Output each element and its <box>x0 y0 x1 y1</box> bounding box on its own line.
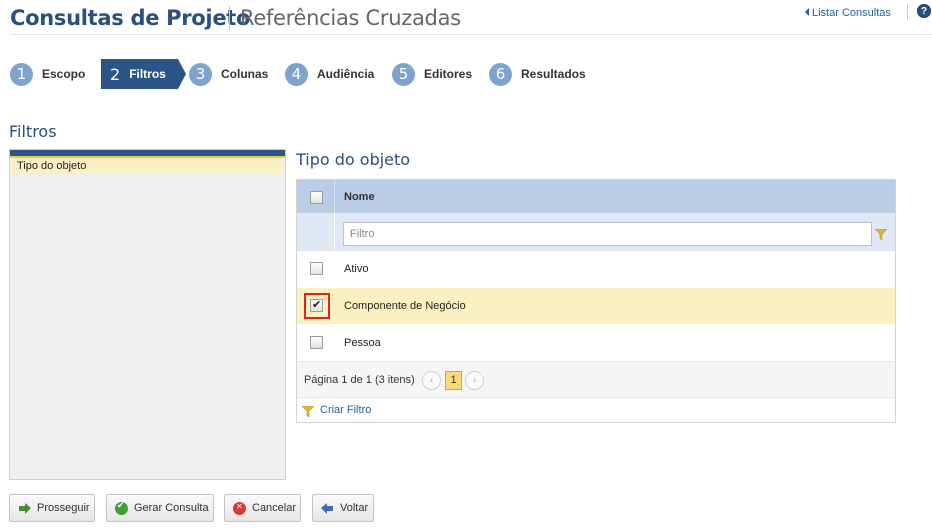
arrow-left-icon <box>321 502 334 515</box>
generate-query-label: Gerar Consulta <box>134 502 209 514</box>
filter-funnel-icon[interactable] <box>875 229 887 240</box>
grid-filter-row <box>297 213 895 251</box>
row-checkbox-cell <box>297 325 335 361</box>
row-checkbox[interactable] <box>310 336 323 349</box>
cancel-button[interactable]: Cancelar <box>224 494 301 522</box>
back-button[interactable]: Voltar <box>312 494 374 522</box>
step-number: 1 <box>10 62 33 86</box>
select-all-cell <box>297 180 335 213</box>
step-number: 5 <box>392 62 415 86</box>
list-queries-link[interactable]: Listar Consultas <box>805 7 891 19</box>
step-number: 4 <box>285 62 308 86</box>
step-escopo[interactable]: 1 Escopo <box>10 59 85 89</box>
step-editores[interactable]: 5 Editores <box>392 59 472 89</box>
cancel-circle-icon <box>233 501 246 515</box>
page-header: Consultas de Projeto Referências Cruzada… <box>10 4 932 34</box>
step-number: 6 <box>489 62 512 86</box>
step-label: Filtros <box>129 67 166 81</box>
filters-heading: Filtros <box>9 122 57 141</box>
step-label: Escopo <box>42 67 86 81</box>
row-name: Pessoa <box>344 337 381 349</box>
create-filter-link[interactable]: Criar Filtro <box>320 404 371 416</box>
step-resultados[interactable]: 6 Resultados <box>489 59 586 89</box>
title-divider <box>229 6 230 30</box>
header-divider <box>907 4 908 20</box>
step-number: 3 <box>189 62 212 86</box>
grid-header: Nome <box>297 180 895 213</box>
page-title: Consultas de Projeto <box>10 6 251 30</box>
back-label: Voltar <box>340 502 369 514</box>
wizard-steps: 1 Escopo 2 Filtros 3 Colunas 4 Audiência… <box>10 59 930 89</box>
next-page-button[interactable]: › <box>465 371 484 390</box>
row-name: Componente de Negócio <box>344 300 466 312</box>
current-page-button[interactable]: 1 <box>445 371 462 390</box>
generate-query-button[interactable]: Gerar Consulta <box>106 494 214 522</box>
list-queries-label: Listar Consultas <box>812 7 891 19</box>
row-name: Ativo <box>344 263 369 275</box>
arrow-right-icon <box>18 502 31 515</box>
cancel-label: Cancelar <box>252 502 297 514</box>
step-label: Audiência <box>317 67 375 81</box>
filter-item-tipo-do-objeto[interactable]: Tipo do objeto <box>12 158 283 174</box>
step-filtros[interactable]: 2 Filtros <box>101 59 186 89</box>
pagination-text: Página 1 de 1 (3 itens) <box>304 374 415 386</box>
object-type-grid: Nome Ativo Componente de Negócio Pessoa … <box>296 179 896 423</box>
step-number: 2 <box>110 64 121 84</box>
row-checkbox-cell <box>297 288 335 324</box>
step-audiencia[interactable]: 4 Audiência <box>285 59 374 89</box>
step-label: Resultados <box>521 67 586 81</box>
help-icon[interactable]: ? <box>917 4 931 18</box>
header-rule <box>10 34 932 35</box>
step-colunas[interactable]: 3 Colunas <box>189 59 268 89</box>
check-circle-icon <box>115 501 128 515</box>
grid-footer: Criar Filtro <box>297 397 895 422</box>
proceed-button[interactable]: Prosseguir <box>9 494 95 522</box>
highlight-box <box>304 293 330 319</box>
proceed-label: Prosseguir <box>37 502 90 514</box>
table-row-componente-de-negocio[interactable]: Componente de Negócio <box>297 288 895 324</box>
pagination-bar: Página 1 de 1 (3 itens) ‹ 1 › <box>297 361 895 397</box>
column-header-nome[interactable]: Nome <box>344 191 375 203</box>
filter-row-spacer <box>297 213 335 251</box>
page-subtitle: Referências Cruzadas <box>240 6 461 30</box>
row-checkbox-cell <box>297 251 335 287</box>
step-label: Editores <box>424 67 473 81</box>
caret-left-icon <box>805 8 809 16</box>
select-all-checkbox[interactable] <box>310 191 323 204</box>
table-row-pessoa[interactable]: Pessoa <box>297 325 895 361</box>
create-filter-funnel-icon <box>302 406 314 417</box>
prev-page-button[interactable]: ‹ <box>422 371 441 390</box>
filters-panel: Tipo do objeto <box>9 149 286 480</box>
section-title: Tipo do objeto <box>296 150 411 169</box>
filter-input[interactable] <box>343 222 872 246</box>
step-label: Colunas <box>221 67 269 81</box>
filters-panel-bar <box>10 150 285 158</box>
row-checkbox[interactable] <box>310 262 323 275</box>
table-row-ativo[interactable]: Ativo <box>297 251 895 287</box>
